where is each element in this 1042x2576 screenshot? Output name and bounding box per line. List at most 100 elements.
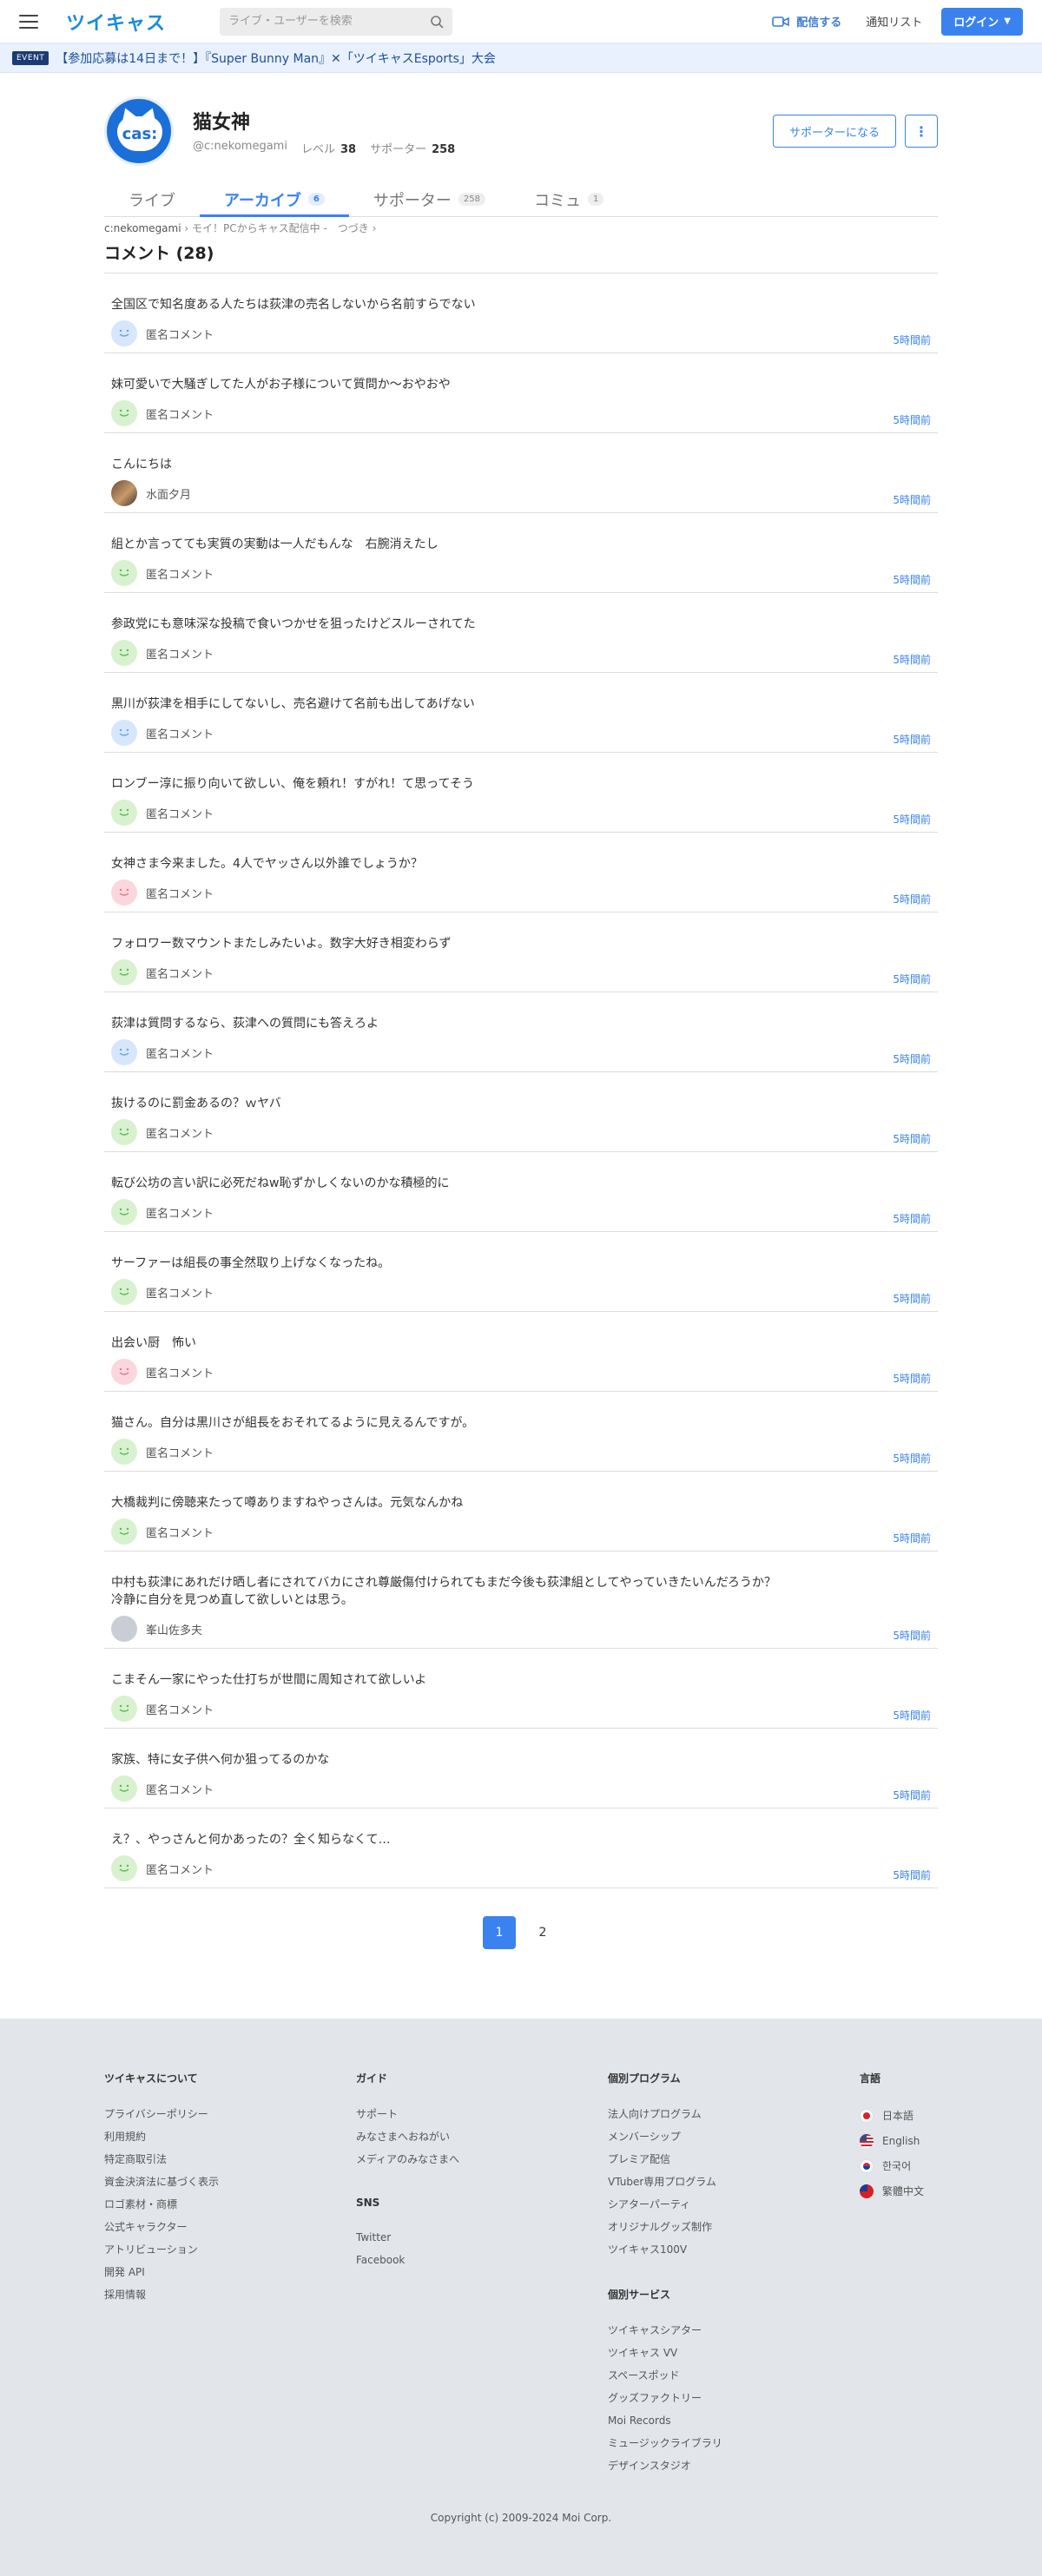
comment-time[interactable]: 5時間前 bbox=[893, 1291, 931, 1306]
comment-time[interactable]: 5時間前 bbox=[893, 1868, 931, 1882]
comment-time[interactable]: 5時間前 bbox=[893, 1708, 931, 1723]
search-input[interactable] bbox=[228, 15, 431, 28]
comment-time[interactable]: 5時間前 bbox=[893, 1371, 931, 1386]
avatar[interactable] bbox=[111, 1119, 137, 1145]
comment-username[interactable]: 匿名コメント bbox=[146, 1284, 214, 1301]
footer-link[interactable]: 採用情報 bbox=[104, 2283, 356, 2306]
comment-time[interactable]: 5時間前 bbox=[893, 333, 931, 347]
footer-link[interactable]: オリジナルグッズ制作 bbox=[608, 2216, 860, 2238]
footer-link[interactable]: メンバーシップ bbox=[608, 2125, 860, 2148]
comment-username[interactable]: 匿名コメント bbox=[146, 1701, 214, 1717]
language-option[interactable]: 繁體中文 bbox=[860, 2178, 938, 2204]
comment-time[interactable]: 5時間前 bbox=[893, 1788, 931, 1802]
event-text[interactable]: 【参加応募は14日まで！】『Super Bunny Man』✕「ツイキャスEsp… bbox=[56, 49, 496, 67]
comment-username[interactable]: 匿名コメント bbox=[146, 326, 214, 342]
comment-time[interactable]: 5時間前 bbox=[893, 1211, 931, 1226]
footer-link[interactable]: Facebook bbox=[356, 2249, 608, 2271]
footer-link[interactable]: ミュージックライブラリ bbox=[608, 2432, 860, 2454]
footer-link[interactable]: 資金決済法に基づく表示 bbox=[104, 2171, 356, 2193]
comment-time[interactable]: 5時間前 bbox=[893, 492, 931, 507]
comment-time[interactable]: 5時間前 bbox=[893, 812, 931, 827]
footer-link[interactable]: シアターパーティ bbox=[608, 2193, 860, 2216]
comment-username[interactable]: 峯山佐多夫 bbox=[146, 1621, 202, 1637]
footer-link[interactable]: ツイキャス100V bbox=[608, 2238, 860, 2261]
comment-time[interactable]: 5時間前 bbox=[893, 972, 931, 986]
comment-username[interactable]: 匿名コメント bbox=[146, 805, 214, 821]
footer-link[interactable]: VTuber専用プログラム bbox=[608, 2171, 860, 2193]
footer-link[interactable]: みなさまへおねがい bbox=[356, 2125, 608, 2148]
page-button[interactable]: 2 bbox=[526, 1916, 559, 1949]
page-button[interactable]: 1 bbox=[483, 1916, 516, 1949]
comment-username[interactable]: 匿名コメント bbox=[146, 1781, 214, 1797]
avatar[interactable] bbox=[111, 1696, 137, 1722]
comment-username[interactable]: 匿名コメント bbox=[146, 1044, 214, 1061]
avatar[interactable] bbox=[111, 1359, 137, 1385]
comment-username[interactable]: 匿名コメント bbox=[146, 1444, 214, 1460]
tab-archive[interactable]: アーカイブ 6 bbox=[200, 182, 349, 217]
breadcrumb-item[interactable]: モイ！PCからキャス配信中 - つづき bbox=[192, 222, 369, 234]
avatar[interactable] bbox=[111, 1616, 137, 1642]
comment-username[interactable]: 匿名コメント bbox=[146, 1364, 214, 1380]
avatar[interactable] bbox=[111, 959, 137, 985]
comment-username[interactable]: 匿名コメント bbox=[146, 565, 214, 582]
comment-username[interactable]: 匿名コメント bbox=[146, 1204, 214, 1221]
footer-link[interactable]: デザインスタジオ bbox=[608, 2454, 860, 2477]
comment-username[interactable]: 匿名コメント bbox=[146, 1861, 214, 1877]
comment-username[interactable]: 匿名コメント bbox=[146, 965, 214, 981]
avatar[interactable] bbox=[111, 720, 137, 746]
comment-time[interactable]: 5時間前 bbox=[893, 892, 931, 906]
language-option[interactable]: 한국어 bbox=[860, 2153, 938, 2178]
login-button[interactable]: ログイン ▼ bbox=[941, 7, 1023, 36]
footer-link[interactable]: 開発 API bbox=[104, 2261, 356, 2283]
footer-link[interactable]: サポート bbox=[356, 2103, 608, 2125]
footer-link[interactable]: プライバシーポリシー bbox=[104, 2103, 356, 2125]
avatar[interactable] bbox=[111, 1439, 137, 1465]
breadcrumb-root[interactable]: c:nekomegami bbox=[104, 222, 181, 234]
broadcast-button[interactable]: 配信する bbox=[772, 13, 841, 30]
footer-link[interactable]: Moi Records bbox=[608, 2409, 860, 2432]
comment-time[interactable]: 5時間前 bbox=[893, 1531, 931, 1545]
avatar[interactable] bbox=[111, 800, 137, 826]
site-logo[interactable]: ツイキャス bbox=[66, 8, 166, 36]
comment-time[interactable]: 5時間前 bbox=[893, 572, 931, 587]
language-option[interactable]: 日本語 bbox=[860, 2103, 938, 2128]
footer-link[interactable]: スペースポッド bbox=[608, 2364, 860, 2387]
avatar[interactable] bbox=[111, 320, 137, 346]
more-options-icon[interactable]: ⋮ bbox=[905, 115, 938, 148]
avatar[interactable] bbox=[111, 1199, 137, 1225]
comment-username[interactable]: 水面夕月 bbox=[146, 485, 191, 502]
avatar[interactable] bbox=[111, 560, 137, 586]
footer-link[interactable]: ツイキャス VV bbox=[608, 2342, 860, 2364]
footer-link[interactable]: ロゴ素材・商標 bbox=[104, 2193, 356, 2216]
footer-link[interactable]: ツイキャスシアター bbox=[608, 2319, 860, 2342]
event-banner[interactable]: EVENT 【参加応募は14日まで！】『Super Bunny Man』✕「ツイ… bbox=[0, 43, 1042, 73]
comment-time[interactable]: 5時間前 bbox=[893, 652, 931, 667]
avatar[interactable] bbox=[111, 1519, 137, 1545]
avatar[interactable] bbox=[111, 1855, 137, 1881]
comment-username[interactable]: 匿名コメント bbox=[146, 1124, 214, 1141]
tab-community[interactable]: コミュ 1 bbox=[510, 182, 628, 216]
footer-link[interactable]: メディアのみなさまへ bbox=[356, 2148, 608, 2171]
search-icon[interactable] bbox=[430, 15, 444, 29]
avatar[interactable] bbox=[111, 400, 137, 426]
footer-link[interactable]: 公式キャラクター bbox=[104, 2216, 356, 2238]
footer-link[interactable]: グッズファクトリー bbox=[608, 2387, 860, 2409]
avatar[interactable] bbox=[111, 1039, 137, 1065]
language-option[interactable]: English bbox=[860, 2128, 938, 2153]
notify-list-link[interactable]: 通知リスト bbox=[866, 13, 922, 30]
avatar[interactable]: cas: bbox=[104, 96, 174, 166]
comment-username[interactable]: 匿名コメント bbox=[146, 405, 214, 422]
comment-username[interactable]: 匿名コメント bbox=[146, 885, 214, 901]
tab-supporters[interactable]: サポーター 258 bbox=[349, 182, 510, 216]
comment-time[interactable]: 5時間前 bbox=[893, 732, 931, 747]
footer-link[interactable]: プレミア配信 bbox=[608, 2148, 860, 2171]
avatar[interactable] bbox=[111, 480, 137, 506]
comment-time[interactable]: 5時間前 bbox=[893, 412, 931, 427]
comment-time[interactable]: 5時間前 bbox=[893, 1451, 931, 1466]
footer-link[interactable]: Twitter bbox=[356, 2226, 608, 2249]
comment-username[interactable]: 匿名コメント bbox=[146, 1524, 214, 1540]
comment-time[interactable]: 5時間前 bbox=[893, 1628, 931, 1643]
become-supporter-button[interactable]: サポーターになる bbox=[772, 115, 896, 148]
footer-link[interactable]: 法人向けプログラム bbox=[608, 2103, 860, 2125]
avatar[interactable] bbox=[111, 640, 137, 666]
